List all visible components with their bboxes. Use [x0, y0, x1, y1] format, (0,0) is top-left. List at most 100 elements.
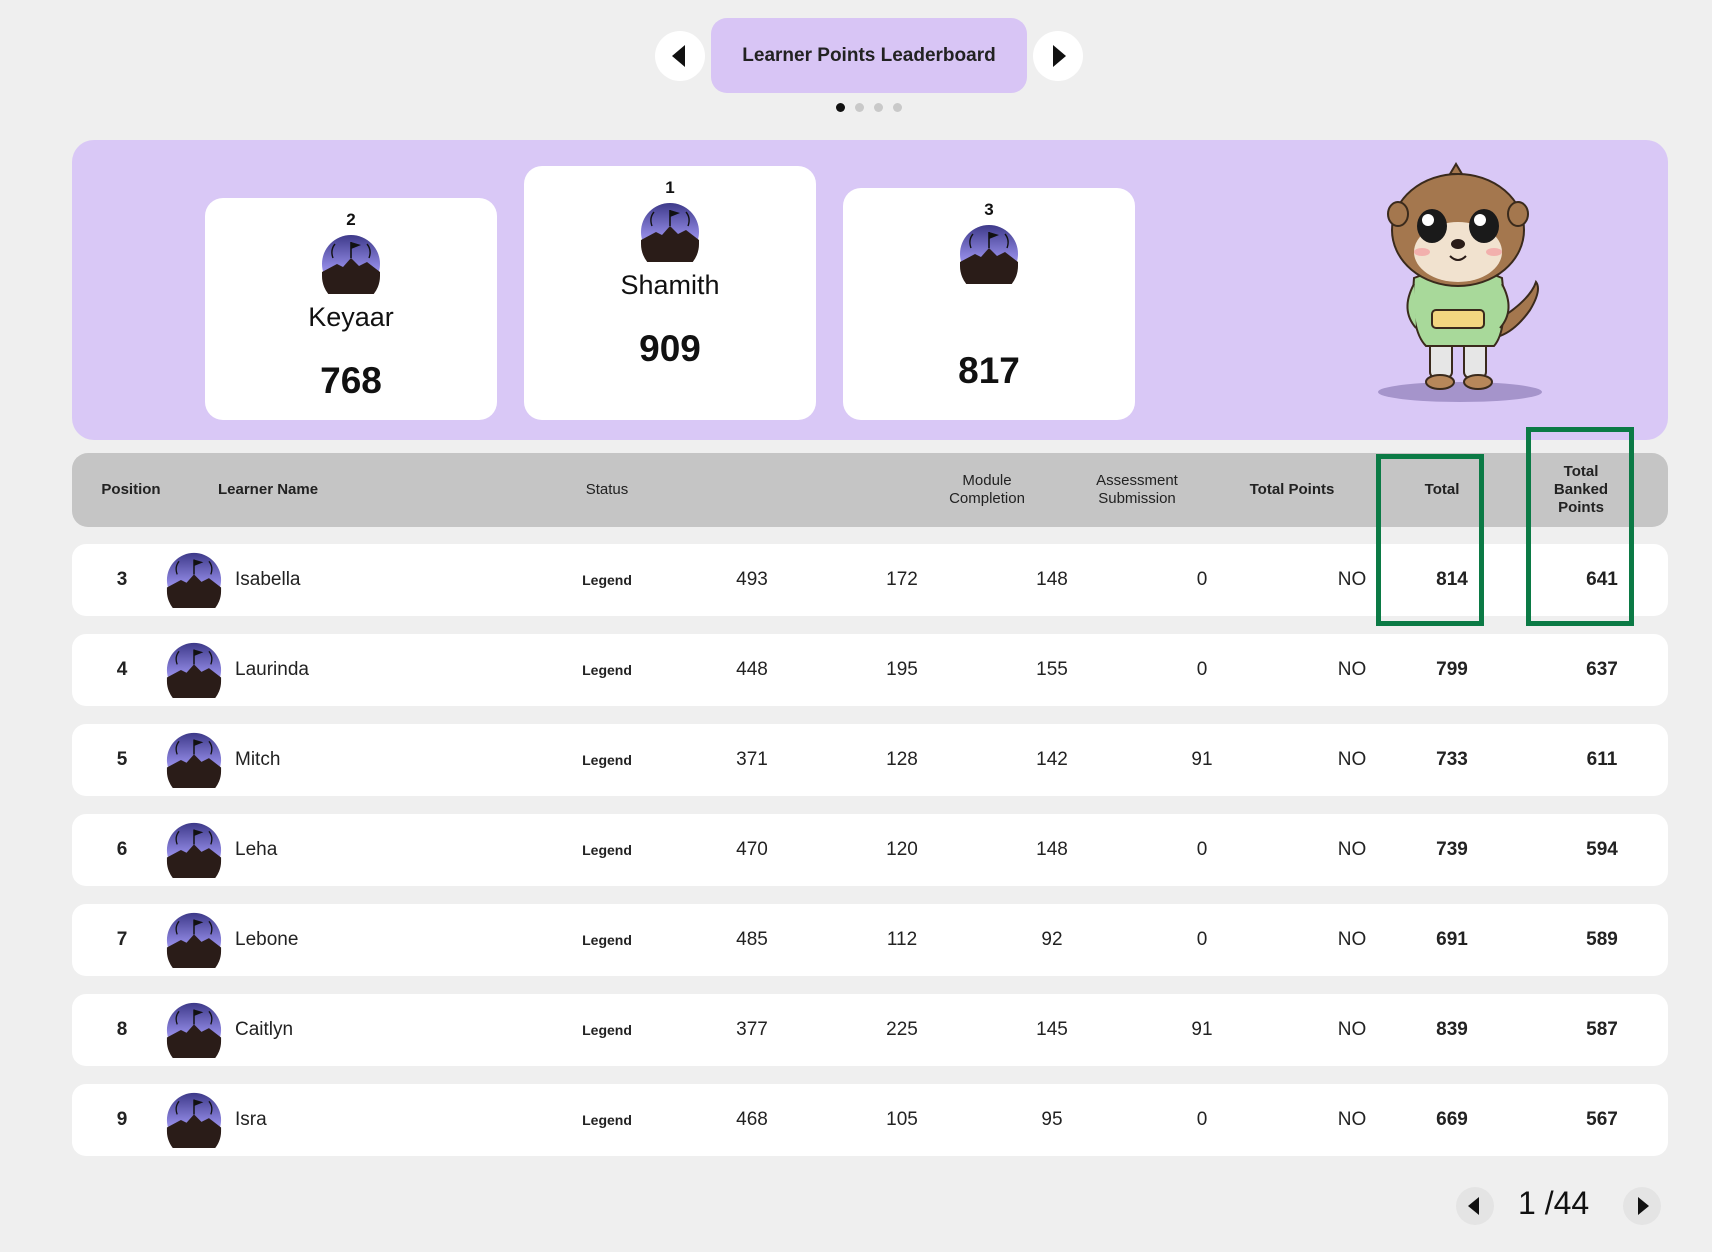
status: Legend: [582, 662, 632, 678]
table-row[interactable]: 4 Laurinda Legend 448 195 155 0 NO 799 6…: [72, 634, 1668, 706]
mountain-flag-avatar-icon: [166, 912, 222, 968]
score-value: 105: [886, 1109, 918, 1130]
score-value: 448: [736, 659, 768, 680]
score-value: 112: [886, 929, 918, 950]
total: 691: [1436, 929, 1468, 950]
col-learner-name: Learner Name: [218, 481, 319, 498]
podium-card-second: 2 Keyaar 768: [205, 198, 497, 420]
status: Legend: [582, 1112, 632, 1128]
score-value: 120: [886, 839, 918, 860]
carousel-dot-3[interactable]: [874, 103, 883, 112]
mountain-flag-avatar-icon: [166, 552, 222, 608]
current-page: 1: [1518, 1185, 1536, 1221]
col-module-completion: Module Completion: [949, 472, 1025, 507]
mountain-flag-avatar-icon: [166, 1002, 222, 1058]
score-value: 493: [736, 569, 768, 590]
total: 739: [1436, 839, 1468, 860]
total-banked-points: 594: [1586, 839, 1618, 860]
learner-name: Laurinda: [235, 659, 309, 680]
podium-rank: 2: [346, 210, 356, 229]
podium-card-third: 3 817: [843, 188, 1135, 420]
score-value: 225: [886, 1019, 918, 1040]
module-completion: 155: [1036, 659, 1068, 680]
position: 5: [116, 749, 128, 770]
podium-rank: 1: [665, 178, 675, 197]
total: 839: [1436, 1019, 1468, 1040]
total-points: NO: [1337, 839, 1367, 860]
assessment-submission: 0: [1196, 1109, 1208, 1130]
mountain-flag-avatar-icon: [959, 224, 1019, 284]
carousel-dot-2[interactable]: [855, 103, 864, 112]
mountain-flag-avatar-icon: [640, 202, 700, 262]
otter-mascot: [1378, 162, 1542, 402]
mountain-flag-avatar-icon: [166, 1092, 222, 1148]
carousel-dot-1[interactable]: [836, 103, 845, 112]
assessment-submission: 91: [1191, 1019, 1213, 1040]
carousel-dot-4[interactable]: [893, 103, 902, 112]
score-value: 172: [886, 569, 918, 590]
page-indicator: 1 /44: [1518, 1185, 1589, 1222]
score-value: 485: [736, 929, 768, 950]
position: 6: [116, 839, 128, 860]
podium-score: 768: [320, 360, 382, 401]
learner-name: Mitch: [235, 749, 281, 770]
banked-column-highlight: [1526, 427, 1634, 626]
module-completion: 145: [1036, 1019, 1068, 1040]
podium-score: 909: [639, 328, 701, 369]
status: Legend: [582, 842, 632, 858]
status: Legend: [582, 932, 632, 948]
next-board-button[interactable]: [1033, 31, 1083, 81]
total: 733: [1436, 749, 1468, 770]
leaderboard-title: Learner Points Leaderboard: [711, 18, 1027, 93]
assessment-submission: 91: [1191, 749, 1213, 770]
module-completion: 95: [1041, 1109, 1063, 1130]
score-value: 371: [736, 749, 768, 770]
mountain-flag-avatar-icon: [321, 234, 381, 294]
status: Legend: [582, 572, 632, 588]
position: 7: [116, 929, 128, 950]
triangle-left-icon: [1468, 1197, 1479, 1215]
total-banked-points: 637: [1586, 659, 1618, 680]
status: Legend: [582, 1022, 632, 1038]
total-points: NO: [1337, 1019, 1367, 1040]
total-column-highlight: [1376, 454, 1484, 626]
table-row[interactable]: 5 Mitch Legend 371 128 142 91 NO 733 611: [72, 724, 1668, 796]
score-value: 470: [736, 839, 768, 860]
triangle-right-icon: [1053, 45, 1066, 67]
total-banked-points: 587: [1586, 1019, 1618, 1040]
position: 8: [116, 1019, 128, 1040]
learner-name: Leha: [235, 839, 278, 860]
triangle-right-icon: [1638, 1197, 1649, 1215]
prev-page-button[interactable]: [1456, 1187, 1494, 1225]
table-row[interactable]: 7 Lebone Legend 485 112 92 0 NO 691 589: [72, 904, 1668, 976]
col-assessment-submission: Assessment Submission: [1096, 472, 1178, 507]
assessment-submission: 0: [1196, 659, 1208, 680]
prev-board-button[interactable]: [655, 31, 705, 81]
total: 799: [1436, 659, 1468, 680]
podium-name: [843, 290, 1135, 324]
score-value: 195: [886, 659, 918, 680]
learner-name: Isra: [235, 1109, 267, 1130]
podium-rank: 3: [984, 200, 994, 219]
total-points: NO: [1337, 1109, 1367, 1130]
mountain-flag-avatar-icon: [166, 642, 222, 698]
status: Legend: [582, 752, 632, 768]
position: 4: [116, 659, 128, 680]
position: 3: [116, 569, 128, 590]
module-completion: 148: [1036, 839, 1068, 860]
assessment-submission: 0: [1196, 929, 1208, 950]
table-row[interactable]: 9 Isra Legend 468 105 95 0 NO 669 567: [72, 1084, 1668, 1156]
total-points: NO: [1337, 749, 1367, 770]
col-position: Position: [101, 481, 161, 498]
score-value: 468: [736, 1109, 768, 1130]
podium-score: 817: [958, 350, 1020, 391]
table-row[interactable]: 8 Caitlyn Legend 377 225 145 91 NO 839 5…: [72, 994, 1668, 1066]
assessment-submission: 0: [1196, 839, 1208, 860]
mountain-flag-avatar-icon: [166, 732, 222, 788]
triangle-left-icon: [672, 45, 685, 67]
table-row[interactable]: 6 Leha Legend 470 120 148 0 NO 739 594: [72, 814, 1668, 886]
total-points: NO: [1337, 929, 1367, 950]
module-completion: 148: [1036, 569, 1068, 590]
total-banked-points: 611: [1586, 749, 1618, 770]
next-page-button[interactable]: [1623, 1187, 1661, 1225]
